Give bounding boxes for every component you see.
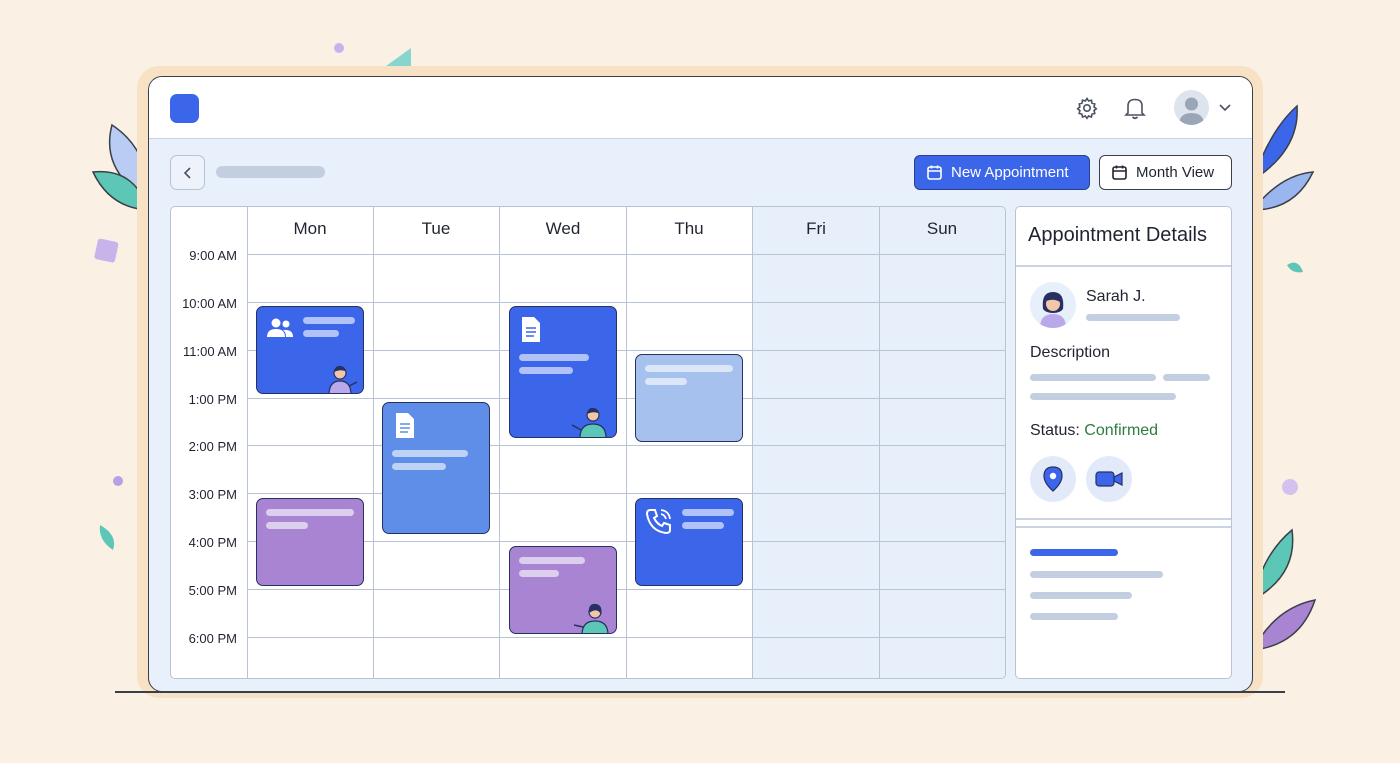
document-icon <box>522 317 540 342</box>
event-tue-document[interactable] <box>382 402 490 534</box>
day-header-sun: Sun <box>926 219 958 238</box>
video-call-button[interactable] <box>1086 456 1132 502</box>
event-mon-meeting[interactable] <box>256 306 364 394</box>
text-placeholder <box>1030 613 1118 620</box>
text-placeholder <box>1030 374 1156 381</box>
grid-line <box>247 493 1005 494</box>
day-header-fri: Fri <box>806 219 826 238</box>
location-button[interactable] <box>1030 456 1076 502</box>
status-label: Status: <box>1030 422 1080 439</box>
chevron-left-icon <box>183 166 191 179</box>
users-icon <box>267 318 293 337</box>
text-placeholder <box>1163 374 1210 381</box>
day-header-thu: Thu <box>674 219 704 238</box>
grid-line <box>247 398 1005 399</box>
event-thu-light[interactable] <box>635 354 743 442</box>
person-illustration <box>328 365 358 393</box>
person-illustration <box>571 407 607 437</box>
day-header-wed: Wed <box>545 219 581 238</box>
grid-line <box>247 302 1005 303</box>
time-label: 1:00 PM <box>188 392 237 407</box>
top-bar <box>149 77 1252 139</box>
event-wed-purple[interactable] <box>509 546 617 634</box>
time-label: 9:00 AM <box>189 248 237 263</box>
description-label: Description <box>1030 344 1111 361</box>
text-placeholder <box>1030 549 1118 556</box>
divider <box>1016 518 1231 520</box>
calendar-icon <box>1112 165 1127 180</box>
time-label: 10:00 AM <box>182 296 237 311</box>
chevron-down-icon[interactable] <box>1216 98 1234 116</box>
details-title: Appointment Details <box>1028 224 1207 246</box>
time-label: 11:00 AM <box>183 344 237 359</box>
settings-gear-icon[interactable] <box>1074 95 1100 121</box>
event-mon-purple[interactable] <box>256 498 364 586</box>
app-window: New Appointment Month View Mon Tue Wed T… <box>148 76 1253 692</box>
grid-line <box>247 254 1005 255</box>
grid-line <box>752 207 753 678</box>
event-thu-call[interactable] <box>635 498 743 586</box>
week-calendar: Mon Tue Wed Thu Fri Sun 9:00 AM 10:00 AM… <box>170 206 1006 679</box>
grid-line <box>247 589 1005 590</box>
grid-line <box>247 637 1005 638</box>
new-appointment-label: New Appointment <box>951 164 1069 181</box>
time-label: 2:00 PM <box>188 439 237 454</box>
phone-icon <box>645 509 671 535</box>
text-placeholder <box>1030 571 1163 578</box>
grid-line <box>247 207 248 678</box>
video-camera-icon <box>1095 471 1123 487</box>
location-pin-icon <box>1043 466 1063 492</box>
text-placeholder <box>1030 592 1132 599</box>
text-placeholder <box>1086 314 1180 321</box>
time-label: 3:00 PM <box>188 487 237 502</box>
appointment-details-panel: Appointment Details Sarah J. Description… <box>1015 206 1232 679</box>
divider <box>1016 526 1231 528</box>
grid-line <box>626 207 627 678</box>
app-logo[interactable] <box>170 94 199 123</box>
back-button[interactable] <box>170 155 205 190</box>
user-avatar[interactable] <box>1174 90 1209 125</box>
time-label: 5:00 PM <box>188 583 237 598</box>
event-wed-document[interactable] <box>509 306 617 438</box>
time-label: 6:00 PM <box>188 631 237 646</box>
grid-line <box>879 207 880 678</box>
person-illustration <box>573 603 609 633</box>
text-placeholder <box>1030 393 1176 400</box>
client-name: Sarah J. <box>1086 288 1146 305</box>
month-view-button[interactable]: Month View <box>1099 155 1232 190</box>
grid-line <box>247 445 1005 446</box>
calendar-icon <box>927 165 942 180</box>
new-appointment-button[interactable]: New Appointment <box>914 155 1090 190</box>
status-value: Confirmed <box>1084 422 1159 439</box>
grid-line <box>499 207 500 678</box>
client-avatar <box>1030 282 1076 328</box>
time-label: 4:00 PM <box>188 535 237 550</box>
notification-bell-icon[interactable] <box>1122 95 1148 121</box>
month-view-label: Month View <box>1136 164 1215 181</box>
status-line: Status: Confirmed <box>1030 422 1158 440</box>
day-header-mon: Mon <box>293 219 327 238</box>
document-icon <box>396 413 414 438</box>
divider <box>1016 265 1231 267</box>
grid-line <box>373 207 374 678</box>
day-header-tue: Tue <box>421 219 451 238</box>
breadcrumb-placeholder <box>216 166 325 178</box>
